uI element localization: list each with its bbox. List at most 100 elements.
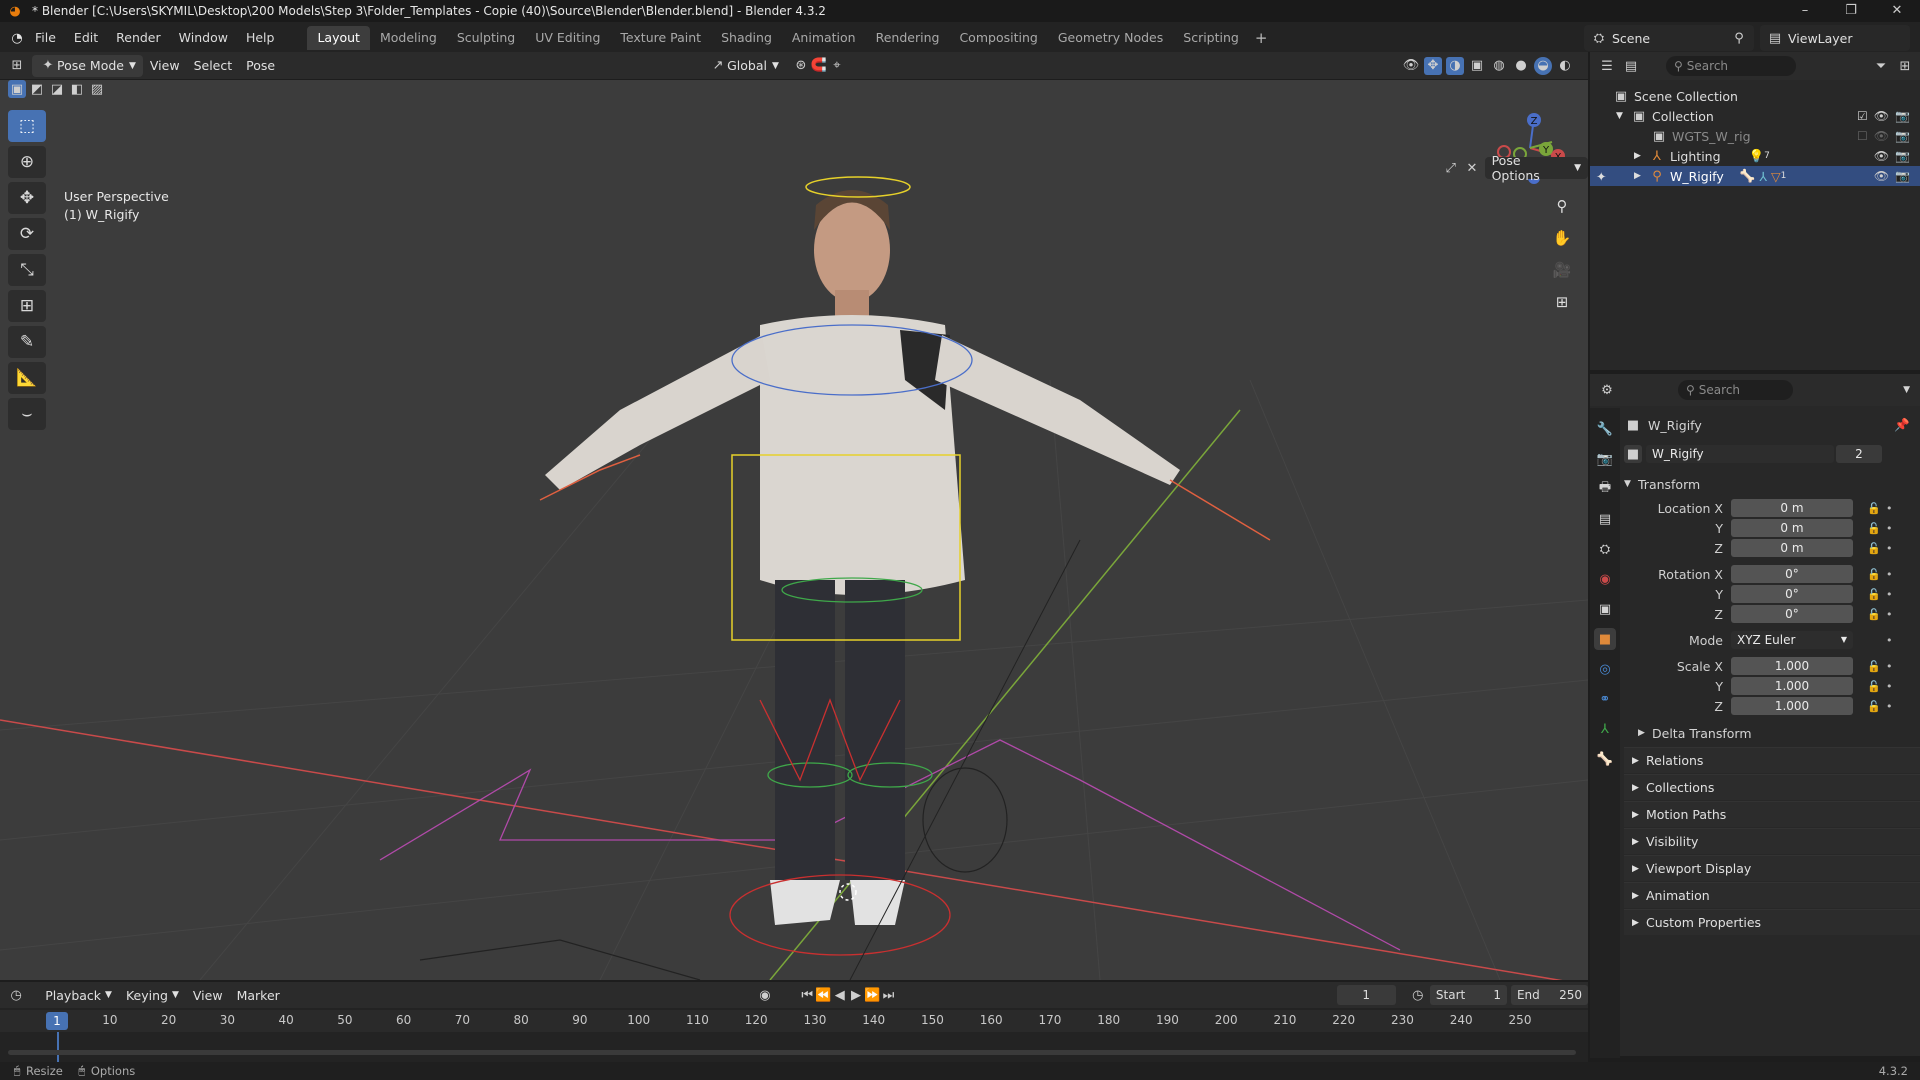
- render-tab-icon[interactable]: 📷: [1594, 448, 1616, 470]
- pose-options-dropdown[interactable]: Pose Options ▼: [1484, 153, 1588, 183]
- outliner-editor-icon[interactable]: ☰: [1598, 57, 1616, 75]
- timeline-scrollbar[interactable]: [8, 1050, 1576, 1055]
- rotation-y-field[interactable]: 0°: [1731, 585, 1853, 603]
- transform-tool-icon[interactable]: ⊞: [8, 290, 46, 322]
- next-keyframe-icon[interactable]: ⏩: [864, 986, 880, 1004]
- lock-icon[interactable]: 🔓: [1867, 588, 1881, 601]
- xray-icon[interactable]: ▣: [1468, 57, 1486, 75]
- camera-view-icon[interactable]: 🎥: [1549, 257, 1575, 283]
- keyframe-dot-icon[interactable]: •: [1886, 608, 1893, 621]
- location-z-field[interactable]: 0 m: [1731, 539, 1853, 557]
- marker-menu[interactable]: Marker: [230, 984, 287, 1006]
- output-tab-icon[interactable]: 🖶: [1594, 478, 1616, 500]
- eye-icon[interactable]: 👁: [1874, 169, 1889, 183]
- keyframe-dot-icon[interactable]: •: [1886, 660, 1893, 673]
- scene-tab-icon[interactable]: ⛭: [1594, 538, 1616, 560]
- maximize-button[interactable]: ❐: [1828, 0, 1874, 22]
- user-count[interactable]: 2: [1836, 445, 1882, 463]
- keyframe-dot-icon[interactable]: •: [1886, 700, 1893, 713]
- pan-hand-icon[interactable]: ✋: [1549, 225, 1575, 251]
- location-x-field[interactable]: 0 m: [1731, 499, 1853, 517]
- menu-view[interactable]: View: [143, 55, 187, 77]
- prev-keyframe-icon[interactable]: ⏪: [815, 986, 831, 1004]
- visibility-panel[interactable]: ▶ Visibility: [1624, 828, 1920, 854]
- overlay-toggle-icon[interactable]: ◑: [1446, 56, 1464, 75]
- menu-select[interactable]: Select: [187, 55, 240, 77]
- solid-shading-icon[interactable]: ●: [1512, 57, 1530, 75]
- outliner-item-wgts[interactable]: ▣ WGTS_W_rig ☐ 👁 📷: [1590, 126, 1920, 146]
- physics-tab-icon[interactable]: ◎: [1594, 658, 1616, 680]
- keyframe-dot-icon[interactable]: •: [1886, 588, 1893, 601]
- chevron-right-icon[interactable]: ▶: [1634, 171, 1648, 181]
- scene-selector[interactable]: ⛭ Scene ⚲: [1584, 25, 1754, 51]
- snap-icon[interactable]: 🧲: [810, 57, 828, 75]
- menu-render[interactable]: Render: [107, 22, 170, 54]
- chevron-down-icon[interactable]: ▼: [1903, 385, 1910, 395]
- current-frame-indicator[interactable]: 1: [46, 1012, 68, 1030]
- menu-file[interactable]: File: [26, 22, 65, 54]
- object-datablock-field[interactable]: W_Rigify: [1646, 445, 1834, 463]
- camera-icon[interactable]: 📷: [1895, 149, 1910, 163]
- tab-layout[interactable]: Layout: [307, 26, 370, 50]
- select-subtract-icon[interactable]: ◪: [48, 80, 66, 98]
- tab-geometry-nodes[interactable]: Geometry Nodes: [1048, 26, 1173, 50]
- keyframe-dot-icon[interactable]: •: [1886, 568, 1893, 581]
- clear-icon[interactable]: ✕: [1463, 159, 1480, 177]
- chevron-down-icon[interactable]: ▼: [1616, 111, 1630, 121]
- exclude-checkbox-icon[interactable]: ☑: [1857, 109, 1868, 123]
- properties-editor-icon[interactable]: ⚙: [1598, 381, 1616, 399]
- object-tab-icon[interactable]: ■: [1594, 628, 1616, 650]
- view-layer-tab-icon[interactable]: ▤: [1594, 508, 1616, 530]
- pin-icon[interactable]: 📌: [1894, 417, 1910, 433]
- select-invert-icon[interactable]: ◧: [68, 80, 86, 98]
- tab-shading[interactable]: Shading: [711, 26, 782, 50]
- annotate-tool-icon[interactable]: ✎: [8, 326, 46, 358]
- ortho-grid-icon[interactable]: ⊞: [1549, 289, 1575, 315]
- armature-data-tab-icon[interactable]: ⅄: [1594, 718, 1616, 740]
- tab-sculpting[interactable]: Sculpting: [447, 26, 525, 50]
- start-frame-field[interactable]: Start 1: [1429, 985, 1507, 1005]
- outliner-scene-collection[interactable]: ▣ Scene Collection: [1590, 86, 1920, 106]
- timeline-editor-icon[interactable]: ◷: [8, 986, 24, 1004]
- rotation-mode-dropdown[interactable]: XYZ Euler ▼: [1731, 631, 1853, 649]
- lock-icon[interactable]: 🔓: [1867, 660, 1881, 673]
- constraints-tab-icon[interactable]: ⚭: [1594, 688, 1616, 710]
- timeline-view-menu[interactable]: View: [186, 984, 230, 1006]
- display-mode-icon[interactable]: ▤: [1622, 57, 1640, 75]
- preview-range-icon[interactable]: ◷: [1410, 986, 1426, 1004]
- lock-icon[interactable]: 🔓: [1867, 608, 1881, 621]
- transform-panel-header[interactable]: ▼ Transform: [1624, 470, 1920, 498]
- end-frame-field[interactable]: End 250: [1510, 985, 1589, 1005]
- new-collection-icon[interactable]: ⊞: [1896, 57, 1914, 75]
- transform-orientation-dropdown[interactable]: ↗ Global ▼: [702, 55, 786, 77]
- add-workspace-button[interactable]: +: [1249, 29, 1274, 47]
- relations-panel[interactable]: ▶ Relations: [1624, 747, 1920, 773]
- material-shading-icon[interactable]: ◒: [1534, 56, 1552, 75]
- properties-search[interactable]: ⚲ Search: [1678, 380, 1793, 400]
- tool-tab-icon[interactable]: 🔧: [1594, 418, 1616, 440]
- delta-transform-subpanel[interactable]: ▶ Delta Transform: [1624, 720, 1920, 746]
- camera-icon[interactable]: 📷: [1895, 169, 1910, 183]
- scale-x-field[interactable]: 1.000: [1731, 657, 1853, 675]
- pin-icon[interactable]: ⚲: [1730, 29, 1748, 47]
- play-icon[interactable]: ▶: [848, 986, 864, 1004]
- tab-modeling[interactable]: Modeling: [370, 26, 447, 50]
- move-tool-icon[interactable]: ✥: [8, 182, 46, 214]
- rotation-x-field[interactable]: 0°: [1731, 565, 1853, 583]
- keying-menu[interactable]: Keying ▼: [119, 984, 186, 1006]
- gizmo-toggle-icon[interactable]: ✥: [1424, 56, 1442, 75]
- 3d-viewport[interactable]: User Perspective (1) W_Rigify Z X Y ⤢ ✕ …: [0, 80, 1588, 980]
- scale-y-field[interactable]: 1.000: [1731, 677, 1853, 695]
- tab-scripting[interactable]: Scripting: [1173, 26, 1249, 50]
- mode-dropdown[interactable]: ✦ Pose Mode ▼: [32, 54, 143, 77]
- measure-tool-icon[interactable]: 📐: [8, 362, 46, 394]
- motion-paths-panel[interactable]: ▶ Motion Paths: [1624, 801, 1920, 827]
- wireframe-shading-icon[interactable]: ◍: [1490, 57, 1508, 75]
- outliner-item-collection[interactable]: ▼ ▣ Collection ☑ 👁 📷: [1590, 106, 1920, 126]
- keyframe-dot-icon[interactable]: •: [1886, 502, 1893, 515]
- lock-icon[interactable]: 🔓: [1867, 700, 1881, 713]
- menu-window[interactable]: Window: [170, 22, 237, 54]
- jump-end-icon[interactable]: ⏭: [880, 986, 896, 1004]
- visibility-icon[interactable]: 👁: [1402, 57, 1420, 75]
- pivot-icon[interactable]: ⊛: [792, 57, 810, 75]
